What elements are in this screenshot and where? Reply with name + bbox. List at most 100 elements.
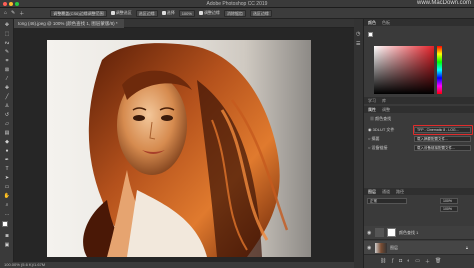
document-image[interactable] [47, 40, 311, 257]
new-group-icon[interactable]: ▭ [415, 258, 420, 266]
link-layers-icon[interactable]: ⛓ [380, 258, 386, 266]
options-button-4[interactable]: 消除锯齿 [223, 9, 246, 17]
layers-footer: ⛓ ƒ ◘ ◐ ▭ ＋ 🗑︎ [380, 258, 470, 266]
hue-slider[interactable] [437, 46, 442, 94]
pen-tool-icon[interactable]: ✒ [3, 157, 11, 163]
devicelink-radio-icon[interactable]: ○ [368, 145, 370, 150]
options-button-1[interactable]: 调整覆盖(CS6)边缘调整范围 [50, 9, 107, 17]
screen-mode-icon[interactable]: ▣ [3, 242, 11, 248]
status-bar: 100.00% (5.6 K)/1.67M [0, 262, 354, 268]
properties-panel-tabs: 属性 调整 [364, 106, 474, 113]
tab-swatches[interactable]: 色板 [382, 20, 390, 26]
options-button-2[interactable]: 选区边缘 [135, 9, 158, 17]
options-check-3[interactable]: 调整边缘 [198, 10, 220, 16]
crop-tool-icon[interactable]: ⌗ [3, 58, 11, 64]
properties-title: ▦ 颜色查找 [370, 116, 391, 122]
eyedropper-tool-icon[interactable]: ⁄ [3, 76, 11, 82]
document-tab-label: tong (46).jpeg @ 100% (颜色查找 1, 图层蒙版/8) * [18, 21, 118, 26]
abstract-dropdown[interactable]: 载入摘要配置文件... [414, 136, 471, 142]
color-foreground-swatch[interactable] [368, 32, 373, 37]
fill-field[interactable]: 100% [440, 206, 458, 212]
zoom-value-button[interactable]: 100% [178, 9, 195, 17]
tab-adjustments[interactable]: 调整 [382, 107, 390, 113]
gradient-tool-icon[interactable]: ▤ [3, 130, 11, 136]
panel-icon-strip: ◷ ☰ [354, 19, 364, 268]
move-tool-icon[interactable]: ✥ [3, 22, 11, 28]
color-field[interactable] [374, 46, 434, 94]
tab-libraries[interactable]: 库 [382, 98, 386, 104]
layer-mask-thumb[interactable] [387, 228, 396, 237]
document-tab[interactable]: tong (46).jpeg @ 100% (颜色查找 1, 图层蒙版/8) * [14, 19, 124, 28]
document-tabs: tong (46).jpeg @ 100% (颜色查找 1, 图层蒙版/8) * [14, 19, 354, 28]
devicelink-label: 设备链接 [371, 145, 388, 150]
shape-tool-icon[interactable]: ▭ [3, 184, 11, 190]
lasso-tool-icon[interactable]: ᔓ [3, 40, 11, 46]
options-bar: ⌂ ✎ ＋ 调整覆盖(CS6)边缘调整范围 调整选区 选区边缘 选择 100% … [0, 8, 474, 19]
new-adjustment-icon[interactable]: ◐ [407, 258, 410, 266]
options-check-2-label: 选择 [166, 10, 175, 15]
tools-panel: ✥ ⬚ ᔓ ✎ ⌗ ⊠ ⁄ ✚ ╱ ♙ ↺ ▱ ▤ ◆ ● ✒ T ➤ ▭ ✋ … [0, 19, 14, 268]
lut-radio-icon[interactable]: ◉ [368, 127, 372, 132]
healing-tool-icon[interactable]: ✚ [3, 85, 11, 91]
options-check-2[interactable]: 选择 [161, 10, 175, 16]
foreground-color-swatch[interactable] [2, 221, 8, 227]
hand-tool-icon[interactable]: ✋ [3, 193, 11, 199]
layer-name: 颜色查找 1 [399, 229, 419, 235]
options-check-1[interactable]: 调整选区 [110, 10, 132, 16]
options-check-3-label: 调整边缘 [203, 10, 220, 15]
marquee-tool-icon[interactable]: ⬚ [3, 31, 11, 37]
devicelink-row: ○ 设备链接 [368, 145, 388, 151]
tab-color[interactable]: 颜色 [368, 20, 376, 26]
fx-icon[interactable]: ƒ [391, 258, 394, 266]
history-brush-tool-icon[interactable]: ↺ [3, 112, 11, 118]
brush-icon[interactable]: ✎ [11, 10, 15, 16]
trash-icon[interactable]: 🗑︎ [435, 258, 441, 266]
history-panel-icon[interactable]: ◷ [356, 31, 360, 37]
tab-learn[interactable]: 学习 [368, 98, 376, 104]
zoom-tool-icon[interactable]: ⌕ [3, 202, 11, 208]
blur-tool-icon[interactable]: ◆ [3, 139, 11, 145]
abstract-radio-icon[interactable]: ○ [368, 136, 370, 141]
quick-mask-icon[interactable]: ◙ [3, 233, 11, 239]
tab-channels[interactable]: 通道 [382, 189, 390, 195]
layer-row-background[interactable]: ◉ 图层 🔒︎ [364, 241, 474, 255]
color-panel-tabs: 颜色 色板 [364, 19, 474, 26]
quick-select-tool-icon[interactable]: ✎ [3, 49, 11, 55]
tab-properties[interactable]: 属性 [368, 107, 376, 113]
lock-icon[interactable]: 🔒︎ [466, 245, 468, 250]
more-tools-icon[interactable]: … [3, 211, 11, 217]
visibility-eye-icon[interactable]: ◉ [367, 245, 372, 251]
blend-mode-select[interactable]: 正常 [367, 198, 407, 204]
frame-tool-icon[interactable]: ⊠ [3, 67, 11, 73]
status-text: 100.00% (5.6 K)/1.67M [4, 262, 46, 267]
lut-row: ◉ 3DLUT 文件 [368, 127, 394, 133]
options-check-1-label: 调整选区 [115, 10, 132, 15]
properties-panel-icon[interactable]: ☰ [356, 41, 360, 47]
stamp-tool-icon[interactable]: ♙ [3, 103, 11, 109]
properties-title-text: 颜色查找 [375, 116, 392, 121]
add-icon[interactable]: ＋ [19, 10, 24, 17]
new-layer-icon[interactable]: ＋ [425, 258, 430, 266]
tab-paths[interactable]: 路径 [396, 189, 404, 195]
layer-row-color-lookup[interactable]: ◉ 颜色查找 1 [364, 226, 474, 240]
path-select-tool-icon[interactable]: ➤ [3, 175, 11, 181]
brush-tool-icon[interactable]: ╱ [3, 94, 11, 100]
lut-label: 3DLUT 文件 [372, 127, 395, 132]
opacity-field[interactable]: 100% [440, 198, 458, 204]
abstract-label: 摘要 [371, 136, 380, 141]
tab-layers[interactable]: 图层 [368, 189, 376, 195]
eraser-tool-icon[interactable]: ▱ [3, 121, 11, 127]
visibility-eye-icon[interactable]: ◉ [367, 230, 372, 236]
watermark: www.MacDown.com [416, 0, 471, 6]
layer-name: 图层 [390, 244, 398, 250]
color-lookup-icon: ▦ [370, 116, 374, 121]
title-bar: Adobe Photoshop CC 2019 [0, 0, 474, 8]
type-tool-icon[interactable]: T [3, 166, 11, 172]
tool-preset-icon[interactable]: ⌂ [4, 10, 7, 16]
devicelink-dropdown[interactable]: 载入设备链接配置文件... [414, 145, 471, 151]
add-mask-icon[interactable]: ◘ [399, 258, 402, 266]
portrait-photo [83, 43, 289, 257]
options-button-5[interactable]: 选区边缘 [249, 9, 272, 17]
abstract-row: ○ 摘要 [368, 136, 380, 142]
dodge-tool-icon[interactable]: ● [3, 148, 11, 154]
